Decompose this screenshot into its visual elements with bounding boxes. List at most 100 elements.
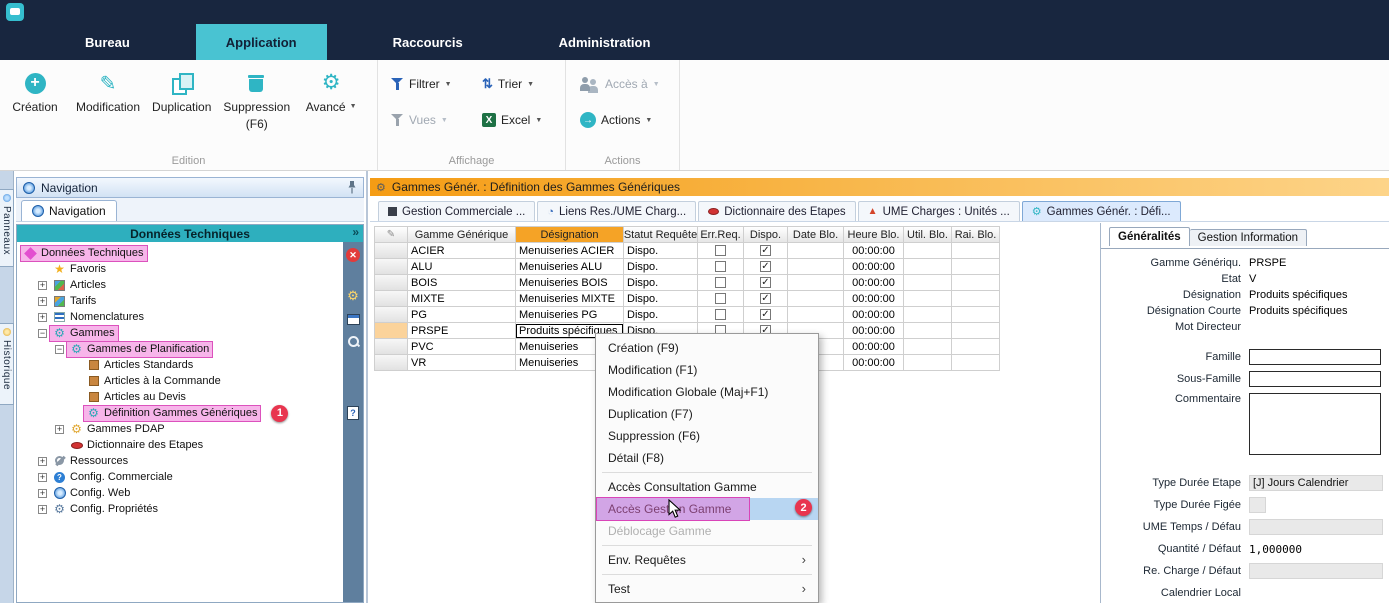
cell-heure[interactable]: 00:00:00: [844, 291, 904, 307]
cell-code[interactable]: PVC: [408, 339, 516, 355]
table-row[interactable]: MIXTE Menuiseries MIXTE Dispo. ✓ 00:00:0…: [374, 291, 1000, 307]
col-designation[interactable]: Désignation: [516, 226, 624, 243]
pin-icon[interactable]: [347, 181, 357, 194]
menu-item-modification-globale[interactable]: Modification Globale (Maj+F1): [596, 381, 818, 403]
doc-tab-liens-res-ume[interactable]: ◔ Liens Res./UME Charg...: [537, 201, 696, 221]
ume-temps-field[interactable]: [1249, 519, 1383, 535]
col-heure-blo[interactable]: Heure Blo.: [844, 226, 904, 243]
errreq-checkbox[interactable]: [715, 293, 726, 304]
cell-date[interactable]: [788, 307, 844, 323]
collapse-panel-icon[interactable]: »: [352, 225, 359, 239]
cell-rai[interactable]: [952, 323, 1000, 339]
errreq-checkbox[interactable]: [715, 261, 726, 272]
cell-statut[interactable]: Dispo.: [624, 291, 698, 307]
cell-code[interactable]: BOIS: [408, 275, 516, 291]
settings-icon[interactable]: ⚙: [347, 288, 359, 304]
dispo-checkbox[interactable]: ✓: [760, 245, 771, 256]
row-indicator[interactable]: [374, 259, 408, 275]
chevron-down-icon[interactable]: ▼: [645, 117, 652, 124]
doc-tab-gammes-generiques[interactable]: ⚙ Gammes Génér. : Défi...: [1022, 201, 1181, 221]
menu-item-duplication[interactable]: Duplication (F7): [596, 403, 818, 425]
trier-button[interactable]: ⇅ Trier ▼: [482, 72, 534, 96]
help-doc-icon[interactable]: ?: [347, 406, 359, 420]
dispo-checkbox[interactable]: ✓: [760, 261, 771, 272]
menu-item-modification[interactable]: Modification (F1): [596, 359, 818, 381]
menu-item-acces-gestion-gamme[interactable]: Accès Gestion Gamme: [596, 498, 818, 520]
cell-rai[interactable]: [952, 243, 1000, 259]
doc-tab-dictionnaire-etapes[interactable]: Dictionnaire des Etapes: [698, 201, 855, 221]
cell-rai[interactable]: [952, 275, 1000, 291]
collapse-icon[interactable]: −: [55, 345, 64, 354]
dispo-checkbox[interactable]: ✓: [760, 293, 771, 304]
commentaire-input[interactable]: [1249, 393, 1381, 455]
search-icon[interactable]: [347, 335, 360, 348]
expand-icon[interactable]: +: [55, 425, 64, 434]
errreq-checkbox[interactable]: [715, 309, 726, 320]
menu-item-test[interactable]: Test ›: [596, 578, 818, 600]
cell-statut[interactable]: Dispo.: [624, 275, 698, 291]
menu-tab-application[interactable]: Application: [196, 24, 327, 60]
type-duree-figee-field[interactable]: [1249, 497, 1266, 513]
cell-heure[interactable]: 00:00:00: [844, 243, 904, 259]
tree-item-gammes-planification[interactable]: − ⚙Gammes de Planification: [17, 341, 343, 357]
chevron-down-icon[interactable]: ▼: [535, 117, 542, 124]
collapse-icon[interactable]: −: [38, 329, 47, 338]
menu-tab-administration[interactable]: Administration: [529, 24, 681, 60]
row-indicator[interactable]: [374, 355, 408, 371]
famille-input[interactable]: [1249, 349, 1381, 365]
tree-item-nomenclatures[interactable]: + Nomenclatures: [17, 309, 343, 325]
filtrer-button[interactable]: Filtrer ▼: [390, 72, 452, 96]
tree-item-config-commerciale[interactable]: + ?Config. Commerciale: [17, 469, 343, 485]
cell-designation[interactable]: Menuiseries BOIS: [516, 275, 624, 291]
cell-statut[interactable]: Dispo.: [624, 259, 698, 275]
tree-item-favoris[interactable]: ★Favoris: [17, 261, 343, 277]
row-indicator[interactable]: [374, 275, 408, 291]
tree-item-dictionnaire-etapes[interactable]: Dictionnaire des Etapes: [17, 437, 343, 453]
menu-tab-bureau[interactable]: Bureau: [55, 24, 160, 60]
cell-util[interactable]: [904, 323, 952, 339]
duplication-button[interactable]: Duplication: [152, 68, 211, 132]
sous-famille-input[interactable]: [1249, 371, 1381, 387]
tree-item-donnees-techniques[interactable]: Données Techniques: [17, 245, 343, 261]
tree-item-config-web[interactable]: + Config. Web: [17, 485, 343, 501]
cell-designation[interactable]: Menuiseries ACIER: [516, 243, 624, 259]
cell-rai[interactable]: [952, 307, 1000, 323]
vues-button[interactable]: Vues ▼: [390, 108, 448, 132]
doc-tab-ume-charges[interactable]: ▲ UME Charges : Unités ...: [858, 201, 1020, 221]
avance-button[interactable]: ⚙ Avancé▼: [302, 68, 360, 132]
cell-util[interactable]: [904, 259, 952, 275]
excel-button[interactable]: X Excel ▼: [482, 108, 542, 132]
cell-heure[interactable]: 00:00:00: [844, 355, 904, 371]
table-row[interactable]: PG Menuiseries PG Dispo. ✓ 00:00:00: [374, 307, 1000, 323]
cell-designation[interactable]: Menuiseries PG: [516, 307, 624, 323]
cell-rai[interactable]: [952, 291, 1000, 307]
acces-a-button[interactable]: Accès à ▼: [580, 72, 660, 96]
menu-item-suppression[interactable]: Suppression (F6): [596, 425, 818, 447]
cell-designation[interactable]: Menuiseries ALU: [516, 259, 624, 275]
table-row[interactable]: BOIS Menuiseries BOIS Dispo. ✓ 00:00:00: [374, 275, 1000, 291]
tree-item-config-proprietes[interactable]: + ⚙Config. Propriétés: [17, 501, 343, 517]
chevron-down-icon[interactable]: ▼: [350, 103, 357, 110]
cell-util[interactable]: [904, 275, 952, 291]
tab-navigation[interactable]: Navigation: [21, 200, 117, 221]
col-dispo[interactable]: Dispo.: [744, 226, 788, 243]
col-util-blo[interactable]: Util. Blo.: [904, 226, 952, 243]
cell-heure[interactable]: 00:00:00: [844, 307, 904, 323]
tree-item-tarifs[interactable]: + Tarifs: [17, 293, 343, 309]
re-charge-field[interactable]: [1249, 563, 1383, 579]
tree-item-articles-commande[interactable]: Articles à la Commande: [17, 373, 343, 389]
cell-util[interactable]: [904, 243, 952, 259]
cell-statut[interactable]: Dispo.: [624, 243, 698, 259]
doc-tab-gestion-commerciale[interactable]: Gestion Commerciale ...: [378, 201, 535, 221]
dispo-checkbox[interactable]: ✓: [760, 277, 771, 288]
table-row[interactable]: ALU Menuiseries ALU Dispo. ✓ 00:00:00: [374, 259, 1000, 275]
cell-code[interactable]: MIXTE: [408, 291, 516, 307]
expand-icon[interactable]: +: [38, 281, 47, 290]
errreq-checkbox[interactable]: [715, 245, 726, 256]
tree-item-definition-gammes-generiques[interactable]: ⚙Définition Gammes Génériques 1: [17, 405, 343, 421]
type-duree-etape-field[interactable]: [J] Jours Calendrier: [1249, 475, 1383, 491]
errreq-checkbox[interactable]: [715, 277, 726, 288]
cell-date[interactable]: [788, 291, 844, 307]
menu-item-detail[interactable]: Détail (F8): [596, 447, 818, 469]
row-indicator[interactable]: [374, 243, 408, 259]
